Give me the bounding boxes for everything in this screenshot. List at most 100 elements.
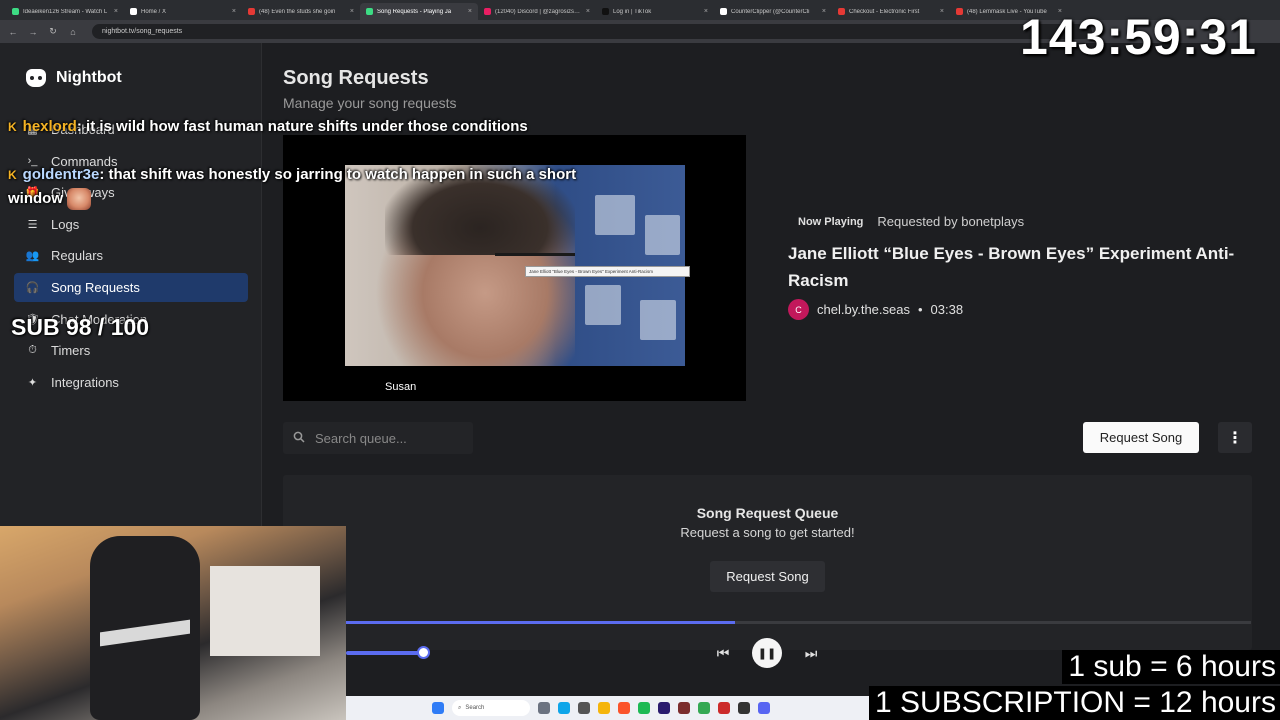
channel-avatar: C: [788, 299, 809, 320]
tab-close-icon[interactable]: ×: [822, 8, 826, 15]
next-track-icon[interactable]: ⏭: [803, 645, 819, 661]
clock-icon: ⏱: [28, 344, 37, 357]
search-icon: ⌕: [458, 704, 462, 711]
headphones-icon: 🎧: [25, 281, 40, 294]
browser-tab[interactable]: Log in | TikTok ×: [596, 3, 714, 20]
browser-tab[interactable]: (48) Even the studs she goin ×: [242, 3, 360, 20]
tab-label: Ideaeiken126 Stream - Watch L: [23, 8, 108, 15]
tab-label: Song Requests - Playing Ja: [377, 8, 452, 15]
tab-favicon-icon: [12, 8, 19, 15]
subathon-timer: 143:59:31: [1020, 9, 1257, 65]
queue-search[interactable]: Search queue...: [283, 422, 473, 454]
discord-icon[interactable]: [758, 702, 770, 714]
url-field[interactable]: nightbot.tv/song_requests: [92, 24, 1092, 39]
obs-icon[interactable]: [718, 702, 730, 714]
sidebar-item-logs[interactable]: ☰ Logs: [14, 210, 248, 239]
tab-close-icon[interactable]: ×: [350, 8, 354, 15]
premiere-icon[interactable]: [658, 702, 670, 714]
main-content: Song Requests Manage your song requests …: [263, 43, 1280, 720]
queue-request-song-button[interactable]: Request Song: [710, 561, 825, 592]
brand-logo[interactable]: Nightbot: [26, 69, 122, 87]
browser-tab[interactable]: Checkout - Electronic First ×: [832, 3, 950, 20]
backdrop-panel: [640, 300, 676, 340]
puzzle-icon: ✦: [27, 376, 38, 389]
tab-close-icon[interactable]: ×: [704, 8, 708, 15]
tab-favicon-icon: [720, 8, 727, 15]
song-duration: 03:38: [930, 302, 964, 317]
request-song-button[interactable]: Request Song: [1083, 422, 1199, 453]
app-icon[interactable]: [738, 702, 750, 714]
now-playing-badge: Now Playing: [798, 215, 864, 228]
home-icon[interactable]: ⌂: [68, 27, 78, 37]
app-icon[interactable]: [578, 702, 590, 714]
tab-favicon-icon: [130, 8, 137, 15]
browser-tab[interactable]: CounterClipper (@CounterCli ×: [714, 3, 832, 20]
sub-goal-counter: SUB 98 / 100: [11, 314, 150, 340]
volume-slider-handle[interactable]: [417, 646, 430, 659]
song-title[interactable]: Jane Elliott “Blue Eyes - Brown Eyes” Ex…: [788, 240, 1258, 294]
reload-icon[interactable]: ↻: [48, 26, 58, 37]
tab-close-icon[interactable]: ×: [232, 8, 236, 15]
browser-tab[interactable]: (12040) Discord | @zagrosizsolan ×: [478, 3, 596, 20]
volume-slider[interactable]: [346, 651, 424, 655]
app-icon[interactable]: [678, 702, 690, 714]
windows-start-icon[interactable]: [432, 702, 444, 714]
tab-label: Home / X: [141, 8, 167, 15]
settings-icon[interactable]: [538, 702, 550, 714]
video-title-tooltip: Jane Elliott "Blue Eyes - Brown Eyes" Ex…: [525, 266, 690, 277]
taskbar-search[interactable]: ⌕ Search: [452, 700, 530, 716]
channel-name[interactable]: chel.by.the.seas: [817, 302, 910, 317]
requested-by: Requested by bonetplays: [877, 214, 1025, 229]
playback-progress-fill: [346, 621, 736, 624]
tab-close-icon[interactable]: ×: [940, 8, 944, 15]
back-icon[interactable]: ←: [8, 27, 18, 37]
users-icon: 👥: [25, 250, 40, 263]
pause-button[interactable]: ❚❚: [752, 638, 782, 668]
tab-favicon-icon: [484, 8, 491, 15]
sidebar-item-label: Timers: [51, 343, 91, 359]
video-caption: Susan: [385, 381, 417, 393]
search-icon: [293, 431, 305, 446]
tab-favicon-icon: [248, 8, 255, 15]
kick-icon: K: [8, 120, 17, 134]
tab-close-icon[interactable]: ×: [586, 8, 590, 15]
sidebar-item-song-requests[interactable]: 🎧 Song Requests: [14, 272, 248, 302]
sidebar-item-label: Regulars: [51, 248, 104, 264]
tab-label: (48) Even the studs she goin: [259, 8, 336, 15]
sidebar-item-regulars[interactable]: 👥 Regulars: [14, 241, 248, 270]
chat-text: : it is wild how fast human nature shift…: [76, 118, 528, 135]
tab-label: (12040) Discord | @zagrosizsolan: [495, 8, 582, 15]
tab-favicon-icon: [956, 8, 963, 15]
more-options-icon[interactable]: ⋮: [1218, 422, 1252, 453]
folder-icon[interactable]: [598, 702, 610, 714]
emote-icon: [67, 188, 91, 211]
sidebar-item-integrations[interactable]: ✦ Integrations: [14, 368, 248, 397]
previous-track-icon[interactable]: ⏮: [715, 645, 731, 661]
tab-close-icon[interactable]: ×: [468, 8, 472, 15]
spotify-icon[interactable]: [638, 702, 650, 714]
tab-label: Log in | TikTok: [613, 8, 652, 15]
forward-icon[interactable]: →: [28, 27, 38, 37]
chrome-icon[interactable]: [698, 702, 710, 714]
page-subtitle: Manage your song requests: [283, 95, 457, 111]
sidebar-nav: ▦Dashboard›_Commands🎁Giveaways☰Logs👥Regu…: [14, 115, 248, 399]
sidebar-item-label: Integrations: [51, 374, 119, 390]
playback-progress[interactable]: [346, 621, 1251, 624]
webcam-shelf: [210, 566, 320, 656]
backdrop-panel: [585, 285, 621, 325]
promo-banner: 1 sub = 6 hours: [1062, 650, 1280, 684]
webcam-feed: [0, 526, 346, 720]
tab-close-icon[interactable]: ×: [114, 8, 118, 15]
backdrop-panel: [645, 215, 680, 255]
brave-icon[interactable]: [618, 702, 630, 714]
nightbot-logo-icon: [26, 69, 46, 87]
search-input[interactable]: Search queue...: [315, 431, 407, 446]
browser-tab[interactable]: Home / X ×: [124, 3, 242, 20]
browser-tab[interactable]: Ideaeiken126 Stream - Watch L ×: [6, 3, 124, 20]
browser-tab[interactable]: Song Requests - Playing Ja ×: [360, 3, 478, 20]
chat-message: Kgoldentr3e: that shift was honestly so …: [8, 163, 628, 211]
edge-icon[interactable]: [558, 702, 570, 714]
os-taskbar: ⌕ Search: [346, 696, 876, 720]
now-playing-row: Now Playing Requested by bonetplays: [798, 214, 1024, 229]
song-meta: C chel.by.the.seas • 03:38: [788, 299, 963, 320]
